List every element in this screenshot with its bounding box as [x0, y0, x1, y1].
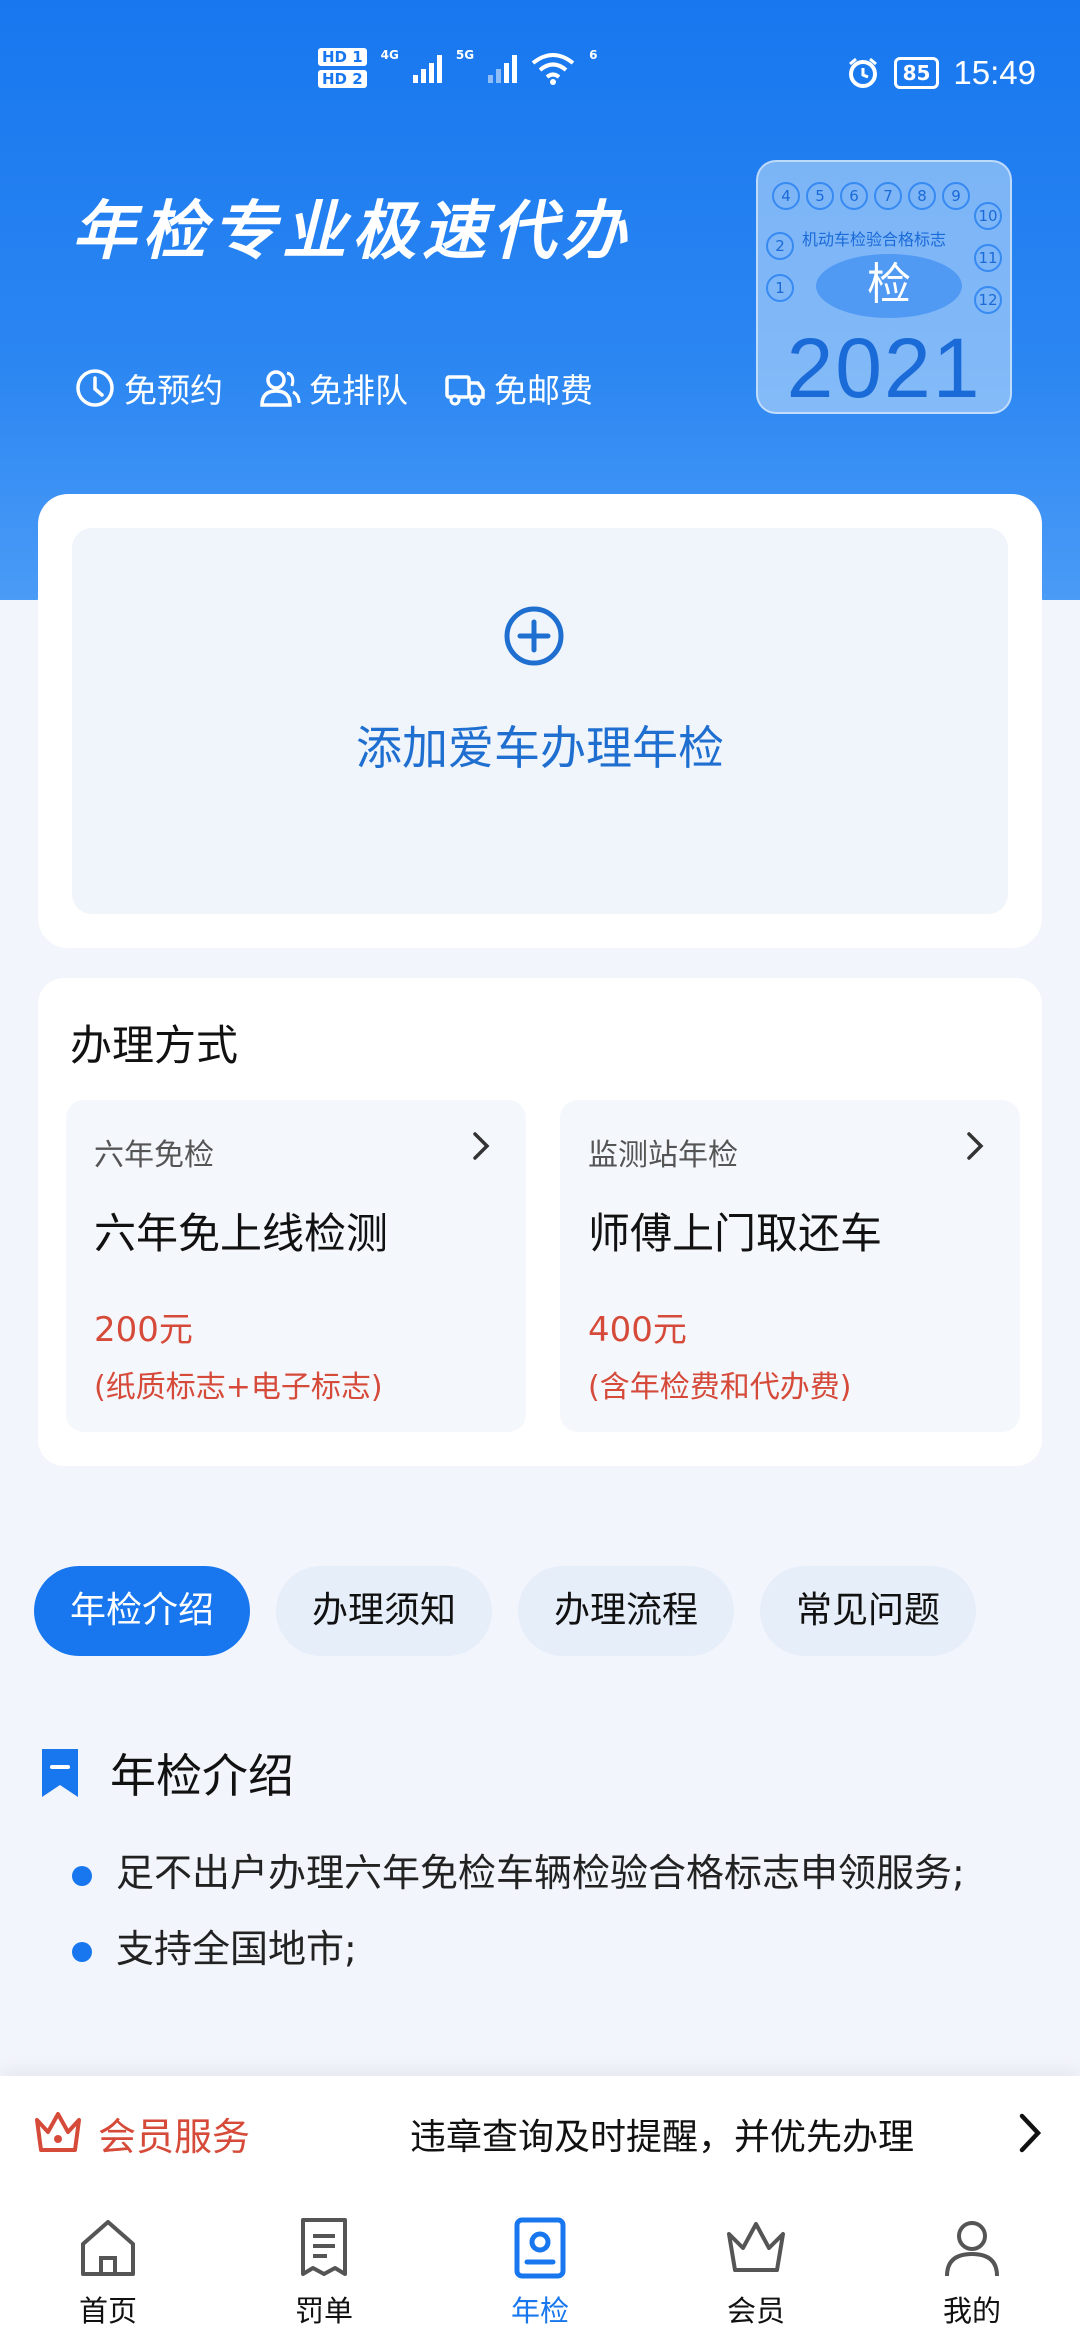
nav-label: 会员 [726, 2294, 785, 2328]
member-promo-text: 违章查询及时提醒，并优先办理 [410, 2117, 915, 2158]
intro-title: 年检介绍 [110, 1749, 294, 1803]
sticker-note: 机动车检验合格标志 [802, 230, 947, 249]
inspection-sticker: 4 5 6 7 8 9 2 1 10 11 12 机动车检验合格标志 检 202… [756, 160, 1012, 415]
battery-indicator: 85 [893, 57, 940, 89]
chevron-right-icon [1019, 2113, 1042, 2153]
member-service-bar[interactable]: 会员服务 违章查询及时提醒，并优先办理 [0, 2076, 1080, 2196]
intro-bullets: 足不出户办理六年免检车辆检验合格标志申领服务; 支持全国地市; [72, 1846, 972, 1998]
hd-badges: HD 1 HD 2 [318, 48, 367, 88]
intro-bullet: 支持全国地市; [72, 1922, 972, 1976]
network-label-1: 4G [380, 48, 399, 62]
sticker-number: 7 [874, 182, 902, 210]
sticker-char: 检 [816, 254, 962, 318]
hd2-badge: HD 2 [318, 70, 367, 88]
sticker-year: 2021 [786, 321, 982, 415]
status-time: 15:49 [953, 54, 1036, 91]
ticket-icon [301, 2218, 347, 2276]
sticker-number: 4 [772, 182, 800, 210]
tab-intro[interactable]: 年检介绍 [34, 1566, 251, 1656]
nav-label: 罚单 [294, 2294, 353, 2328]
inspection-icon [514, 2217, 566, 2279]
sticker-number-row: 4 5 6 7 8 9 [772, 182, 970, 210]
option-note: (含年检费和代办费) [588, 1370, 852, 1405]
nav-profile[interactable]: 我的 [864, 2196, 1080, 2340]
methods-title: 办理方式 [70, 1021, 239, 1070]
hd1-badge: HD 1 [318, 48, 367, 66]
people-icon [260, 370, 301, 407]
perk-free-shipping: 免邮费 [444, 364, 593, 412]
option-category: 六年免检 [94, 1138, 214, 1173]
nav-inspection[interactable]: 年检 [432, 2196, 648, 2340]
nav-tickets[interactable]: 罚单 [216, 2196, 432, 2340]
signal-icon-2 [488, 53, 518, 83]
method-option-station[interactable]: 监测站年检 师傅上门取还车 400元 (含年检费和代办费) [560, 1100, 1020, 1432]
clock-icon [76, 369, 114, 407]
method-option-six-year[interactable]: 六年免检 六年免上线检测 200元 (纸质标志+电子标志) [66, 1100, 526, 1432]
perk-label: 免邮费 [494, 371, 593, 410]
hero-title: 年检专业极速代办 [72, 195, 632, 269]
nav-home[interactable]: 首页 [0, 2196, 216, 2340]
crown-icon [727, 2222, 785, 2272]
bookmark-icon [42, 1749, 78, 1797]
perk-label: 免预约 [124, 371, 223, 410]
alarm-icon [848, 57, 877, 88]
option-name: 六年免上线检测 [94, 1209, 389, 1258]
tab-faq[interactable]: 常见问题 [760, 1566, 977, 1656]
option-price: 400元 [588, 1310, 687, 1350]
perks-row: 免预约 免排队 免邮费 [74, 364, 593, 412]
sticker-number: 8 [908, 182, 936, 210]
wifi-icon [531, 53, 575, 85]
option-name: 师傅上门取还车 [588, 1209, 883, 1258]
option-price: 200元 [94, 1310, 193, 1350]
nav-label: 首页 [78, 2294, 137, 2328]
crown-icon [35, 2112, 81, 2152]
add-car-label[interactable]: 添加爱车办理年检 [0, 712, 1080, 778]
methods-card: 办理方式 六年免检 六年免上线检测 200元 (纸质标志+电子标志) 监测站年检… [38, 978, 1042, 1466]
status-right: 85 15:49 [846, 54, 1036, 92]
sticker-number: 6 [840, 182, 868, 210]
bottom-nav: 首页 罚单 年检 会员 我的 [0, 2196, 1080, 2340]
status-left: HD 1 HD 2 4G 5G 6 [318, 48, 597, 88]
sticker-number: 1 [766, 274, 794, 302]
sticker-number: 2 [766, 232, 794, 260]
chevron-right-icon [473, 1132, 490, 1160]
sticker-number: 5 [806, 182, 834, 210]
sticker-number: 11 [974, 244, 1002, 272]
perk-no-appointment: 免预约 [74, 364, 223, 412]
sticker-number: 9 [942, 182, 970, 210]
sticker-number: 12 [974, 286, 1002, 314]
sticker-number: 10 [974, 202, 1002, 230]
nav-label: 我的 [942, 2294, 1001, 2328]
nav-label: 年检 [510, 2294, 569, 2328]
option-note: (纸质标志+电子标志) [94, 1370, 383, 1405]
home-icon [81, 2220, 135, 2276]
wifi-label: 6 [589, 48, 598, 62]
nav-member[interactable]: 会员 [648, 2196, 864, 2340]
perk-label: 免排队 [309, 371, 408, 410]
info-tabs: 年检介绍 办理须知 办理流程 常见问题 [34, 1566, 977, 1656]
profile-icon [945, 2221, 999, 2277]
intro-header: 年检介绍 [40, 1740, 294, 1806]
tab-notice[interactable]: 办理须知 [276, 1566, 493, 1656]
add-circle-icon[interactable] [502, 604, 566, 668]
truck-icon [445, 375, 485, 406]
tab-process[interactable]: 办理流程 [518, 1566, 735, 1656]
status-bar: HD 1 HD 2 4G 5G 6 85 15:49 [0, 0, 1080, 150]
network-label-2: 5G [455, 48, 475, 62]
intro-bullet: 足不出户办理六年免检车辆检验合格标志申领服务; [72, 1846, 972, 1900]
perk-no-queue: 免排队 [259, 364, 408, 412]
chevron-right-icon [967, 1132, 984, 1160]
signal-icon [412, 53, 442, 83]
option-category: 监测站年检 [588, 1138, 738, 1173]
member-label: 会员服务 [98, 2115, 251, 2159]
